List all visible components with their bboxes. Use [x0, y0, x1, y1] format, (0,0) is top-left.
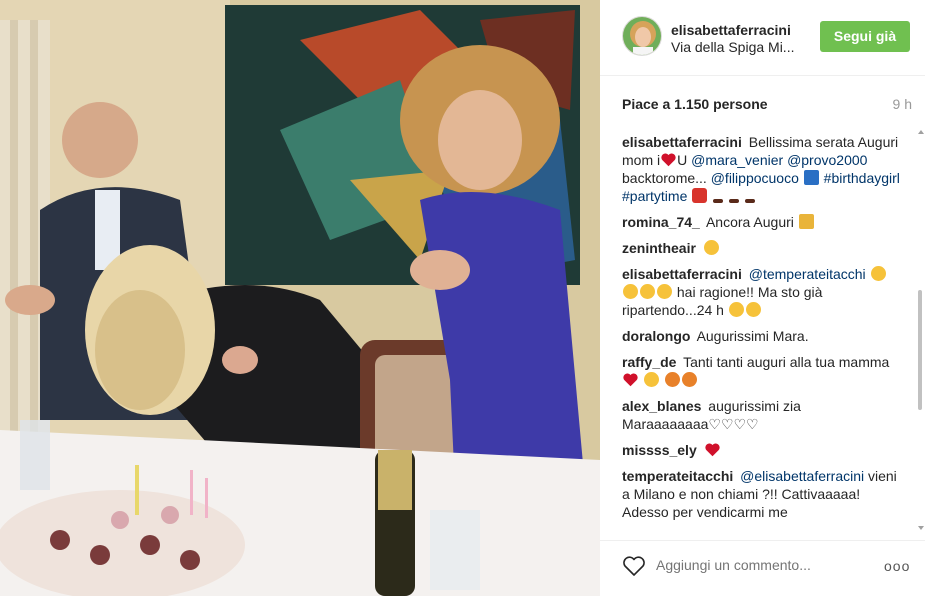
comments-scrollbar[interactable]: [918, 130, 924, 530]
comment-input[interactable]: [656, 557, 856, 573]
top-emoji-icon: [803, 170, 819, 185]
laughing-emoji-icon: [657, 284, 672, 299]
mention-link[interactable]: @filippocuoco: [711, 170, 799, 186]
comment-username[interactable]: zenintheair: [622, 240, 696, 256]
post-location[interactable]: Via della Spiga Mi...: [671, 39, 794, 55]
dancer-emoji-icon: [692, 188, 708, 203]
comment-username[interactable]: doralongo: [622, 328, 690, 344]
heart-emoji-icon: [623, 373, 638, 388]
mention-link[interactable]: @provo2000: [787, 152, 867, 168]
sweat-smile-emoji-icon: [728, 302, 744, 317]
comment-username[interactable]: missss_ely: [622, 442, 697, 458]
comment-text: Augurissimi Mara.: [696, 328, 809, 344]
comment-username[interactable]: raffy_de: [622, 354, 676, 370]
scroll-thumb[interactable]: [918, 290, 922, 410]
comment-text: Tanti tanti auguri alla tua mamma: [683, 354, 890, 370]
laughing-emoji-icon: [623, 284, 638, 299]
winking-tongue-emoji-icon: [703, 240, 719, 255]
likes-row: Piace a 1.150 persone 9 h: [622, 96, 912, 116]
comment: raffy_de Tanti tanti auguri alla tua mam…: [622, 353, 902, 389]
flower-emoji-icon: [664, 372, 680, 387]
comment-text: Ancora Auguri: [705, 214, 794, 230]
comment: elisabettaferracini @temperateitacchi ha…: [622, 265, 902, 319]
stick-emoji-icon: [744, 199, 755, 203]
following-button[interactable]: Segui già: [820, 21, 910, 52]
mention-link[interactable]: @elisabettaferracini: [740, 468, 864, 484]
hashtag-link[interactable]: #birthdaygirl: [824, 170, 900, 186]
scroll-down-arrow-icon[interactable]: [918, 526, 924, 530]
more-options-button[interactable]: ooo: [884, 558, 910, 574]
post-header: elisabettaferracini Via della Spiga Mi..…: [600, 0, 925, 76]
mention-link[interactable]: @temperateitacchi: [749, 266, 866, 282]
heart-emoji-icon: [661, 153, 676, 168]
laughing-emoji-icon: [640, 284, 655, 299]
comment-footer: ooo: [600, 540, 925, 596]
heart-eyes-emoji-icon: [745, 302, 761, 317]
flower-emoji-icon: [681, 372, 697, 387]
party-popper-emoji-icon: [798, 214, 814, 229]
comments-list[interactable]: elisabettaferracini Bellissima serata Au…: [622, 133, 902, 528]
heart-outline-icon: [623, 556, 645, 576]
comment: temperateitacchi @elisabettaferracini vi…: [622, 467, 902, 521]
stick-emoji-icon: [729, 199, 740, 203]
heart-emoji-icon: [704, 443, 720, 458]
comment-username[interactable]: elisabettaferracini: [622, 134, 742, 150]
comment-username[interactable]: temperateitacchi: [622, 468, 733, 484]
like-button[interactable]: [622, 555, 646, 577]
comment: alex_blanes augurissimi zia Maraaaaaaaa♡…: [622, 397, 902, 433]
post-time[interactable]: 9 h: [893, 96, 912, 112]
caption: elisabettaferracini Bellissima serata Au…: [622, 133, 902, 205]
comment: romina_74_ Ancora Auguri: [622, 213, 902, 231]
avatar-image: [623, 17, 661, 55]
hashtag-link[interactable]: #partytime: [622, 188, 687, 204]
comment: zenintheair: [622, 239, 902, 257]
like-count[interactable]: Piace a 1.150 persone: [622, 96, 768, 112]
mention-link[interactable]: @mara_venier: [691, 152, 783, 168]
comment: doralongo Augurissimi Mara.: [622, 327, 902, 345]
party-photo-illustration: [0, 0, 600, 596]
avatar[interactable]: [622, 16, 662, 56]
caption-text: backtorome...: [622, 170, 707, 186]
post-photo[interactable]: [0, 0, 600, 596]
caption-text: U: [677, 152, 688, 168]
kiss-emoji-icon: [643, 372, 659, 387]
comment-username[interactable]: romina_74_: [622, 214, 700, 230]
comment: missss_ely: [622, 441, 902, 459]
post-username[interactable]: elisabettaferracini: [671, 22, 791, 38]
comment-username[interactable]: alex_blanes: [622, 398, 701, 414]
scroll-up-arrow-icon[interactable]: [918, 130, 924, 134]
laughing-emoji-icon: [870, 266, 886, 281]
post-details-panel: elisabettaferracini Via della Spiga Mi..…: [600, 0, 925, 596]
comment-username[interactable]: elisabettaferracini: [622, 266, 742, 282]
stick-emoji-icon: [713, 199, 724, 203]
